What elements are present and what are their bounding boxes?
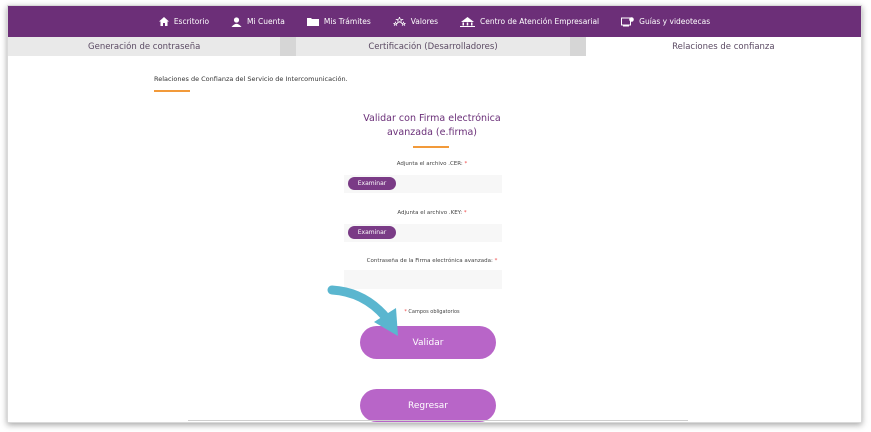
tab-label: Relaciones de confianza xyxy=(672,41,775,52)
top-navigation: Escritorio Mi Cuenta Mis Trámites Valore… xyxy=(8,6,861,37)
home-icon xyxy=(158,17,169,26)
cer-file-input[interactable]: Examinar xyxy=(344,175,502,193)
accent-underline xyxy=(154,90,190,92)
nav-item-label: Guías y videotecas xyxy=(639,17,711,26)
accent-underline xyxy=(413,146,449,148)
tab-relaciones-confianza[interactable]: Relaciones de confianza xyxy=(585,37,861,56)
tab-label: Generación de contraseña xyxy=(88,41,201,52)
nav-item-mis-tramites[interactable]: Mis Trámites xyxy=(306,17,371,26)
video-icon xyxy=(621,16,634,26)
tab-divider xyxy=(280,37,297,56)
nav-item-label: Mis Trámites xyxy=(323,17,371,26)
footer-divider xyxy=(188,420,688,421)
key-file-input[interactable]: Examinar xyxy=(344,224,502,242)
cer-field-label: Adjunta el archivo .CER: * xyxy=(352,161,512,167)
password-label-text: Contraseña de la Firma electrónica avanz… xyxy=(366,258,493,264)
user-icon xyxy=(231,16,242,27)
form-title: Validar con Firma electrónica avanzada (… xyxy=(363,113,501,138)
nav-item-mi-cuenta[interactable]: Mi Cuenta xyxy=(231,16,285,27)
required-asterisk: * xyxy=(464,161,468,167)
nav-item-label: Valores xyxy=(410,17,439,26)
browse-key-button[interactable]: Examinar xyxy=(348,226,396,239)
cer-label-text: Adjunta el archivo .CER: xyxy=(396,161,463,167)
tab-bar: Generación de contraseña Certificación (… xyxy=(8,37,861,56)
browse-cer-button[interactable]: Examinar xyxy=(348,177,396,190)
nav-item-label: Escritorio xyxy=(173,17,210,26)
pointer-arrow-icon xyxy=(327,285,398,336)
key-field-label: Adjunta el archivo .KEY: * xyxy=(352,210,512,216)
password-field-label: Contraseña de la Firma electrónica avanz… xyxy=(352,258,512,264)
required-asterisk: * xyxy=(463,210,467,216)
tab-certificacion[interactable]: Certificación (Desarrolladores) xyxy=(296,37,569,56)
tab-divider xyxy=(569,37,586,56)
stars-icon xyxy=(392,16,406,26)
building-icon xyxy=(460,16,476,27)
required-asterisk: * xyxy=(494,258,498,264)
tab-generacion-contrasena[interactable]: Generación de contraseña xyxy=(8,37,280,56)
back-button[interactable]: Regresar xyxy=(360,389,496,422)
key-label-text: Adjunta el archivo .KEY: xyxy=(397,210,463,216)
tab-label: Certificación (Desarrolladores) xyxy=(368,41,498,52)
nav-item-label: Mi Cuenta xyxy=(247,17,285,26)
nav-item-guias[interactable]: Guías y videotecas xyxy=(621,16,711,27)
required-note-text: Campos obligatorios xyxy=(408,309,460,315)
nav-item-centro-atencion[interactable]: Centro de Atención Empresarial xyxy=(460,16,600,27)
section-intro-text: Relaciones de Confianza del Servicio de … xyxy=(154,75,348,83)
nav-item-valores[interactable]: Valores xyxy=(392,16,439,27)
folder-icon xyxy=(306,18,319,26)
nav-item-label: Centro de Atención Empresarial xyxy=(480,17,600,26)
nav-item-escritorio[interactable]: Escritorio xyxy=(158,17,210,26)
app-window: Escritorio Mi Cuenta Mis Trámites Valore… xyxy=(7,5,862,423)
